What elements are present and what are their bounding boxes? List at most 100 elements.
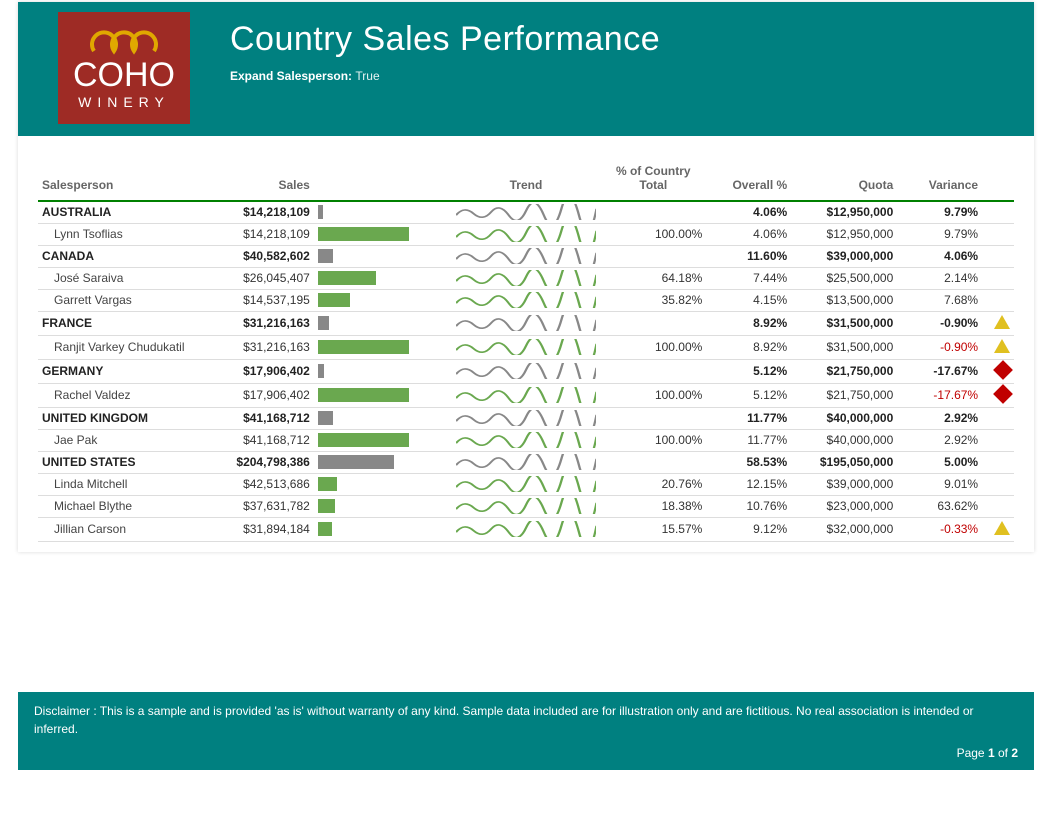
cell-quota: $21,750,000 [791,383,897,407]
table-row[interactable]: Jillian Carson$31,894,18415.57%9.12%$32,… [38,517,1014,541]
cell-sales: $41,168,712 [218,407,313,429]
logo-brand: COHO [73,58,175,92]
cell-overall: 10.76% [706,495,791,517]
table-group-row[interactable]: UNITED STATES$204,798,38658.53%$195,050,… [38,451,1014,473]
table-row[interactable]: Rachel Valdez$17,906,402100.00%5.12%$21,… [38,383,1014,407]
cell-sales: $14,218,109 [218,223,313,245]
cell-trend-sparkline [452,473,601,495]
cell-indicator [982,429,1014,451]
cell-indicator [982,335,1014,359]
cell-quota: $195,050,000 [791,451,897,473]
cell-quota: $31,500,000 [791,311,897,335]
cell-sales: $14,537,195 [218,289,313,311]
report-footer: Disclaimer : This is a sample and is pro… [18,692,1034,770]
cell-pct-country: 20.76% [600,473,706,495]
cell-trend-sparkline [452,245,601,267]
table-row[interactable]: Michael Blythe$37,631,78218.38%10.76%$23… [38,495,1014,517]
cell-name: UNITED STATES [38,451,218,473]
table-row[interactable]: Ranjit Varkey Chudukatil$31,216,163100.0… [38,335,1014,359]
table-row[interactable]: Garrett Vargas$14,537,19535.82%4.15%$13,… [38,289,1014,311]
cell-variance: 9.79% [897,201,982,223]
logo-icon [89,26,159,56]
col-pct-country[interactable]: % of Country Total [600,156,706,201]
cell-indicator [982,517,1014,541]
cell-indicator [982,359,1014,383]
cell-trend-sparkline [452,429,601,451]
table-row[interactable]: Jae Pak$41,168,712100.00%11.77%$40,000,0… [38,429,1014,451]
cell-sales-bar [314,335,452,359]
cell-pct-country: 35.82% [600,289,706,311]
cell-trend-sparkline [452,495,601,517]
cell-pct-country: 100.00% [600,223,706,245]
cell-sales: $42,513,686 [218,473,313,495]
cell-pct-country: 100.00% [600,335,706,359]
cell-sales-bar [314,245,452,267]
cell-quota: $13,500,000 [791,289,897,311]
indicator-yellow-icon [994,521,1010,535]
cell-indicator [982,267,1014,289]
cell-sales-bar [314,451,452,473]
cell-name: FRANCE [38,311,218,335]
col-trend[interactable]: Trend [452,156,601,201]
cell-variance: 4.06% [897,245,982,267]
table-row[interactable]: Linda Mitchell$42,513,68620.76%12.15%$39… [38,473,1014,495]
cell-name: Jae Pak [38,429,218,451]
cell-indicator [982,383,1014,407]
cell-trend-sparkline [452,289,601,311]
cell-name: UNITED KINGDOM [38,407,218,429]
brand-logo: COHO WINERY [58,12,190,124]
cell-quota: $25,500,000 [791,267,897,289]
cell-name: Garrett Vargas [38,289,218,311]
cell-quota: $21,750,000 [791,359,897,383]
col-variance[interactable]: Variance [897,156,982,201]
cell-pct-country: 15.57% [600,517,706,541]
cell-name: Michael Blythe [38,495,218,517]
parameter-line: Expand Salesperson: True [230,69,1014,83]
cell-quota: $12,950,000 [791,201,897,223]
cell-quota: $40,000,000 [791,407,897,429]
cell-indicator [982,495,1014,517]
cell-name: Linda Mitchell [38,473,218,495]
table-header-row: Salesperson Sales Trend % of Country Tot… [38,156,1014,201]
col-salesperson[interactable]: Salesperson [38,156,218,201]
cell-quota: $32,000,000 [791,517,897,541]
cell-sales-bar [314,473,452,495]
cell-overall: 11.77% [706,429,791,451]
cell-indicator [982,289,1014,311]
cell-trend-sparkline [452,267,601,289]
cell-sales-bar [314,383,452,407]
cell-indicator [982,451,1014,473]
cell-pct-country [600,359,706,383]
col-overall[interactable]: Overall % [706,156,791,201]
table-group-row[interactable]: CANADA$40,582,60211.60%$39,000,0004.06% [38,245,1014,267]
cell-variance: -17.67% [897,383,982,407]
table-group-row[interactable]: FRANCE$31,216,1638.92%$31,500,000-0.90% [38,311,1014,335]
logo-subbrand: WINERY [78,94,170,110]
cell-indicator [982,245,1014,267]
cell-variance: 9.79% [897,223,982,245]
col-sales[interactable]: Sales [218,156,313,201]
table-row[interactable]: José Saraiva$26,045,40764.18%7.44%$25,50… [38,267,1014,289]
cell-overall: 7.44% [706,267,791,289]
table-group-row[interactable]: AUSTRALIA$14,218,1094.06%$12,950,0009.79… [38,201,1014,223]
cell-variance: -17.67% [897,359,982,383]
cell-quota: $39,000,000 [791,245,897,267]
cell-name: AUSTRALIA [38,201,218,223]
cell-sales-bar [314,429,452,451]
cell-variance: 2.92% [897,429,982,451]
col-sales-bar [314,156,452,201]
param-value: True [355,69,379,83]
cell-sales-bar [314,289,452,311]
cell-trend-sparkline [452,335,601,359]
cell-trend-sparkline [452,517,601,541]
cell-trend-sparkline [452,223,601,245]
cell-indicator [982,201,1014,223]
param-label: Expand Salesperson: [230,69,352,83]
table-group-row[interactable]: GERMANY$17,906,4025.12%$21,750,000-17.67… [38,359,1014,383]
cell-overall: 58.53% [706,451,791,473]
col-quota[interactable]: Quota [791,156,897,201]
table-row[interactable]: Lynn Tsoflias$14,218,109100.00%4.06%$12,… [38,223,1014,245]
cell-sales-bar [314,517,452,541]
cell-name: José Saraiva [38,267,218,289]
table-group-row[interactable]: UNITED KINGDOM$41,168,71211.77%$40,000,0… [38,407,1014,429]
